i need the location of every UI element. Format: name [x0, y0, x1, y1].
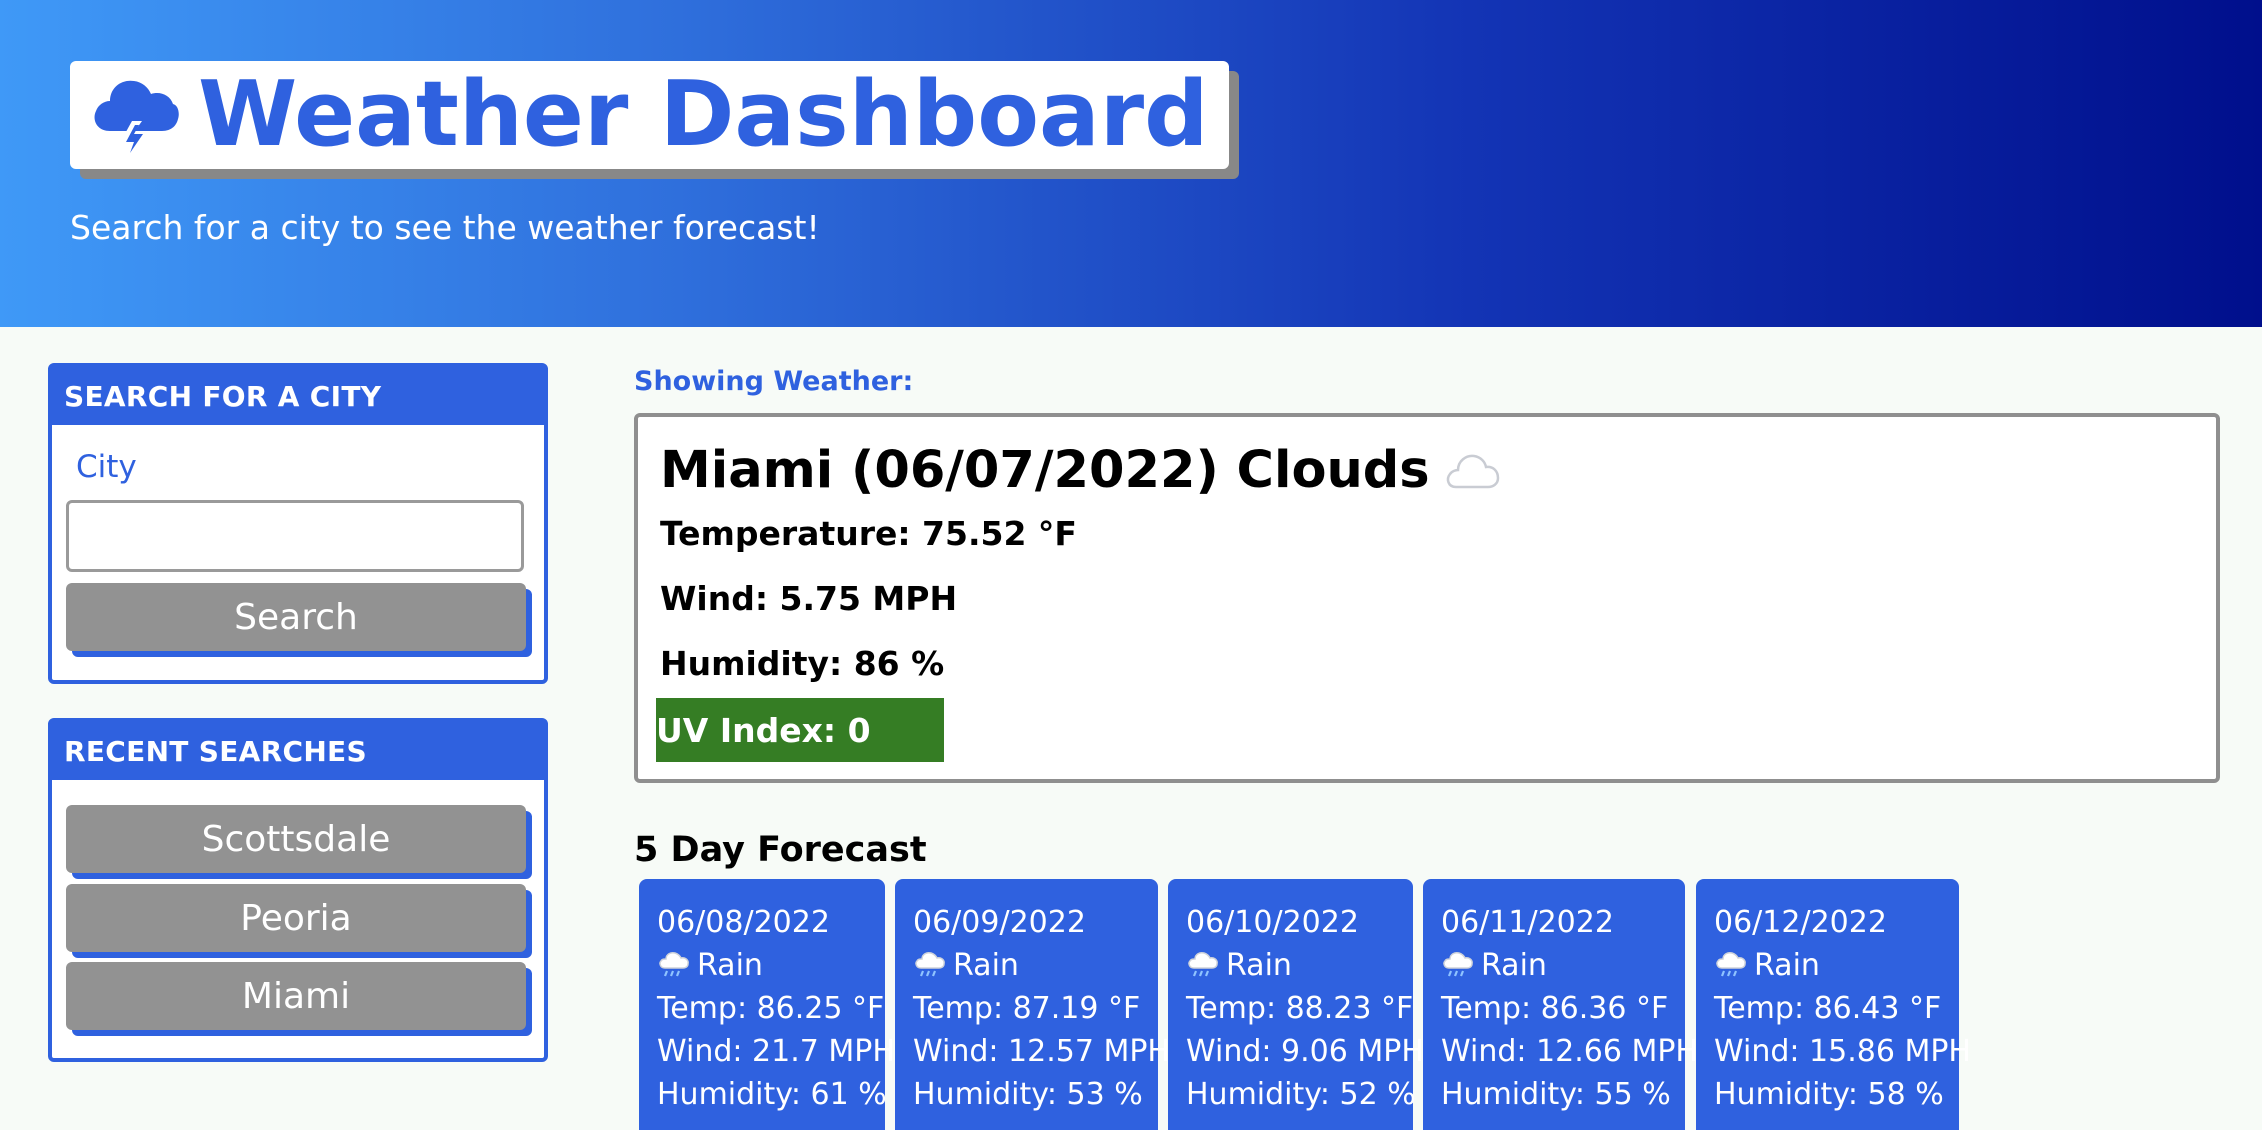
- rain-cloud-icon: [1188, 951, 1218, 976]
- showing-weather-label: Showing Weather:: [634, 366, 914, 397]
- forecast-date: 06/09/2022: [913, 905, 1086, 940]
- current-weather-title: Miami (06/07/2022) Clouds: [660, 441, 1500, 500]
- forecast-condition: Rain: [657, 944, 885, 987]
- forecast-card: 06/10/2022 Rain Temp: 88.23 °F Wind: 9.0…: [1168, 879, 1424, 1130]
- current-city-date-condition: Miami (06/07/2022) Clouds: [660, 441, 1430, 500]
- rain-cloud-icon: [1443, 951, 1473, 976]
- forecast-humidity: Humidity: 53 %: [913, 1077, 1143, 1112]
- rain-cloud-icon: [659, 951, 689, 976]
- forecast-humidity: Humidity: 58 %: [1714, 1077, 1944, 1112]
- forecast-card: 06/08/2022 Rain Temp: 86.25 °F Wind: 21.…: [639, 879, 895, 1130]
- forecast-humidity: Humidity: 55 %: [1441, 1077, 1671, 1112]
- forecast-condition-label: Rain: [953, 948, 1019, 983]
- app-title: Weather Dashboard: [198, 62, 1209, 167]
- forecast-temp: Temp: 86.43 °F: [1714, 991, 1942, 1026]
- recent-search-button[interactable]: Scottsdale: [66, 805, 526, 873]
- brand-badge: Weather Dashboard: [70, 61, 1229, 169]
- forecast-condition: Rain: [1714, 944, 1959, 987]
- forecast-date: 06/11/2022: [1441, 905, 1614, 940]
- forecast-humidity: Humidity: 61 %: [657, 1077, 887, 1112]
- forecast-humidity: Humidity: 52 %: [1186, 1077, 1416, 1112]
- cloud-icon: [1446, 454, 1499, 488]
- forecast-condition: Rain: [913, 944, 1158, 987]
- storm-cloud-icon: [94, 80, 179, 157]
- search-panel-heading: SEARCH FOR A CITY: [52, 367, 544, 425]
- forecast-wind: Wind: 9.06 MPH: [1186, 1034, 1424, 1069]
- forecast-wind: Wind: 21.7 MPH: [657, 1034, 895, 1069]
- forecast-condition: Rain: [1441, 944, 1685, 987]
- current-humidity: Humidity: 86 %: [660, 644, 945, 683]
- uv-index-badge: UV Index: 0: [656, 698, 944, 762]
- forecast-temp: Temp: 87.19 °F: [913, 991, 1141, 1026]
- rain-cloud-icon: [1716, 951, 1746, 976]
- forecast-wind: Wind: 12.57 MPH: [913, 1034, 1170, 1069]
- forecast-temp: Temp: 86.36 °F: [1441, 991, 1669, 1026]
- forecast-date: 06/12/2022: [1714, 905, 1887, 940]
- forecast-condition-label: Rain: [1226, 948, 1292, 983]
- forecast-heading: 5 Day Forecast: [634, 830, 927, 870]
- current-wind: Wind: 5.75 MPH: [660, 579, 958, 618]
- forecast-temp: Temp: 88.23 °F: [1186, 991, 1414, 1026]
- forecast-date: 06/10/2022: [1186, 905, 1359, 940]
- forecast-temp: Temp: 86.25 °F: [657, 991, 885, 1026]
- current-temperature: Temperature: 75.52 °F: [660, 514, 1077, 553]
- forecast-date: 06/08/2022: [657, 905, 830, 940]
- current-weather-card: Miami (06/07/2022) Clouds Temperature: 7…: [634, 413, 2220, 783]
- city-input[interactable]: [66, 500, 524, 572]
- forecast-card: 06/11/2022 Rain Temp: 86.36 °F Wind: 12.…: [1423, 879, 1698, 1130]
- search-panel: SEARCH FOR A CITY City Search: [48, 363, 548, 684]
- recent-searches-panel: RECENT SEARCHES Scottsdale Peoria Miami: [48, 718, 548, 1062]
- forecast-condition: Rain: [1186, 944, 1413, 987]
- recent-search-button[interactable]: Peoria: [66, 884, 526, 952]
- city-label: City: [76, 449, 137, 485]
- header-banner: Weather Dashboard Search for a city to s…: [0, 0, 2262, 327]
- forecast-wind: Wind: 12.66 MPH: [1441, 1034, 1698, 1069]
- recent-panel-heading: RECENT SEARCHES: [52, 722, 544, 780]
- rain-cloud-icon: [915, 951, 945, 976]
- forecast-card: 06/09/2022 Rain Temp: 87.19 °F Wind: 12.…: [895, 879, 1170, 1130]
- search-button[interactable]: Search: [66, 583, 526, 651]
- forecast-card: 06/12/2022 Rain Temp: 86.43 °F Wind: 15.…: [1696, 879, 1971, 1130]
- tagline: Search for a city to see the weather for…: [70, 208, 820, 247]
- forecast-wind: Wind: 15.86 MPH: [1714, 1034, 1971, 1069]
- forecast-condition-label: Rain: [697, 948, 763, 983]
- forecast-condition-label: Rain: [1481, 948, 1547, 983]
- recent-search-button[interactable]: Miami: [66, 962, 526, 1030]
- forecast-condition-label: Rain: [1754, 948, 1820, 983]
